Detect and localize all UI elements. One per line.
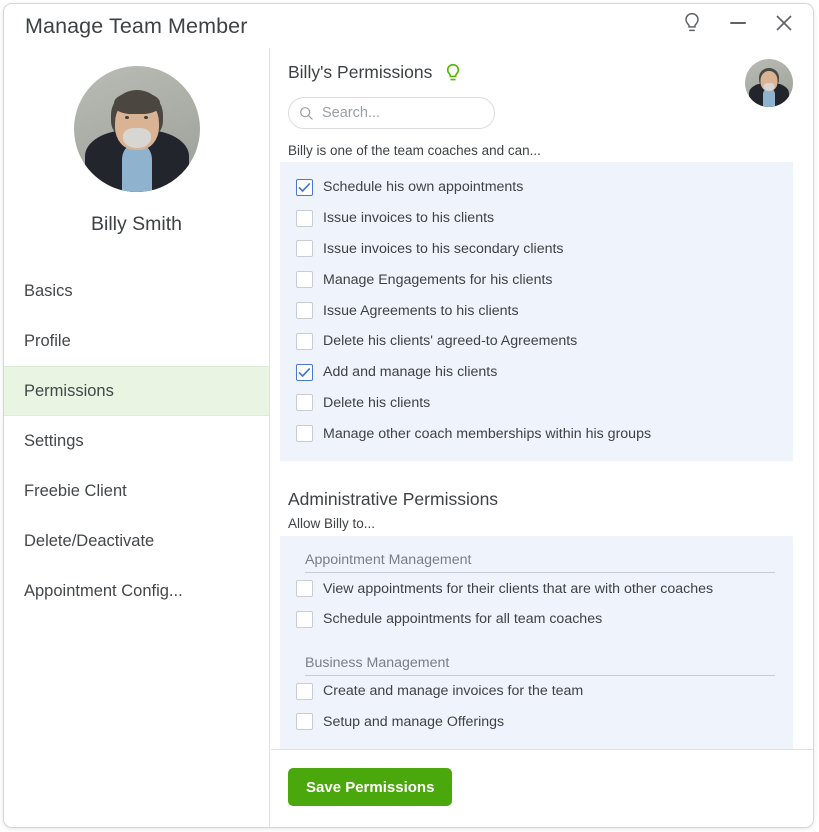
permission-label: Schedule appointments for all team coach… xyxy=(323,611,603,628)
administrative-permissions-panel: Appointment Management View appointments… xyxy=(280,536,793,750)
checkbox-issue-agreements-to-his-clients[interactable] xyxy=(296,302,313,320)
administrative-permissions-subtitle: Allow Billy to... xyxy=(288,516,376,532)
sidebar-item-permissions[interactable]: Permissions xyxy=(4,366,269,416)
permission-label: Delete his clients' agreed-to Agreements xyxy=(323,333,578,350)
permission-label: Setup and manage Offerings xyxy=(323,713,505,730)
permission-row[interactable]: Create and manage invoices for the team xyxy=(280,676,793,707)
checkbox-issue-invoices-to-his-clients[interactable] xyxy=(296,209,313,227)
checkbox-add-and-manage-his-clients[interactable] xyxy=(296,363,313,381)
permission-row[interactable]: Issue invoices to his clients xyxy=(280,203,793,234)
permission-label: Delete his clients xyxy=(323,394,431,411)
permission-label: Manage Engagements for his clients xyxy=(323,271,553,288)
search-input[interactable] xyxy=(322,105,482,121)
permissions-title-row: Billy's Permissions xyxy=(288,62,813,83)
manage-team-member-window: Manage Team Member Billy Smith Basics Pr… xyxy=(3,3,814,828)
sidebar-item-label: Basics xyxy=(24,281,73,300)
member-sidebar: Billy Smith Basics Profile Permissions S… xyxy=(4,48,270,827)
checkbox-delete-his-clients-agreed-to-agreements[interactable] xyxy=(296,332,313,350)
checkbox-issue-invoices-to-his-secondary-clients[interactable] xyxy=(296,240,313,258)
permission-row[interactable]: View appointments for their clients that… xyxy=(280,573,793,604)
permissions-title: Billy's Permissions xyxy=(288,62,433,82)
permission-row[interactable]: Issue Agreements to his clients xyxy=(280,295,793,326)
member-avatar xyxy=(73,66,200,192)
page-title: Manage Team Member xyxy=(25,13,248,38)
group-title-business-management: Business Management xyxy=(305,655,775,676)
save-permissions-button[interactable]: Save Permissions xyxy=(288,768,453,806)
permission-row[interactable]: Manage Engagements for his clients xyxy=(280,264,793,295)
permission-row[interactable]: Schedule appointments for all team coach… xyxy=(280,604,793,635)
checkbox-delete-his-clients[interactable] xyxy=(296,394,313,412)
checkbox-setup-and-manage-offerings[interactable] xyxy=(296,713,313,731)
sidebar-nav: Basics Profile Permissions Settings Free… xyxy=(4,266,269,616)
minimize-button[interactable] xyxy=(725,9,751,37)
sidebar-item-settings[interactable]: Settings xyxy=(4,416,269,466)
permission-label: Issue invoices to his secondary clients xyxy=(323,240,564,257)
checkmark-icon xyxy=(298,182,311,193)
permission-row[interactable]: Schedule his own appointments xyxy=(280,172,793,203)
sidebar-item-label: Permissions xyxy=(24,381,114,400)
window-titlebar: Manage Team Member xyxy=(4,4,813,48)
permission-row[interactable]: Manage other coach memberships within hi… xyxy=(280,418,793,449)
window-controls xyxy=(679,9,797,37)
permission-row[interactable]: Setup and manage Offerings xyxy=(280,707,793,738)
sidebar-item-delete-deactivate[interactable]: Delete/Deactivate xyxy=(4,516,269,566)
permission-label: Issue invoices to his clients xyxy=(323,210,495,227)
checkbox-manage-other-coach-memberships[interactable] xyxy=(296,425,313,443)
permission-label: Add and manage his clients xyxy=(323,364,498,381)
sidebar-item-freebie-client[interactable]: Freebie Client xyxy=(4,466,269,516)
search-icon xyxy=(300,106,313,120)
permission-label: Schedule his own appointments xyxy=(323,179,524,196)
permission-row[interactable]: Issue invoices to his secondary clients xyxy=(280,234,793,265)
administrative-permissions-title: Administrative Permissions xyxy=(288,489,499,510)
sidebar-item-label: Settings xyxy=(24,431,84,450)
close-button[interactable] xyxy=(771,9,797,37)
sidebar-item-label: Appointment Config... xyxy=(24,581,183,600)
permission-row[interactable]: Delete his clients xyxy=(280,388,793,419)
permission-label: Create and manage invoices for the team xyxy=(323,683,584,700)
permission-label: Manage other coach memberships within hi… xyxy=(323,425,652,442)
sidebar-item-profile[interactable]: Profile xyxy=(4,316,269,366)
sidebar-item-appointment-config[interactable]: Appointment Config... xyxy=(4,566,269,616)
permission-label: View appointments for their clients that… xyxy=(323,580,714,597)
coach-permissions-panel: Schedule his own appointments Issue invo… xyxy=(280,162,793,462)
sidebar-item-basics[interactable]: Basics xyxy=(4,266,269,316)
hint-bulb-icon[interactable] xyxy=(679,9,705,37)
permissions-footer: Save Permissions xyxy=(271,749,813,827)
search-input-wrapper[interactable] xyxy=(288,97,495,129)
checkbox-manage-engagements-for-his-clients[interactable] xyxy=(296,271,313,289)
sidebar-item-label: Profile xyxy=(24,331,71,350)
minimize-icon xyxy=(730,22,746,24)
checkbox-create-and-manage-invoices-for-the-team[interactable] xyxy=(296,682,313,700)
header-avatar[interactable] xyxy=(745,59,793,107)
sidebar-item-label: Delete/Deactivate xyxy=(24,531,155,550)
permissions-scroll-area[interactable]: Billy's Permissions Search... Billy is o… xyxy=(271,48,813,750)
checkbox-schedule-appointments-all-team-coaches[interactable] xyxy=(296,610,313,628)
permissions-header: Billy's Permissions xyxy=(271,48,813,129)
sidebar-item-label: Freebie Client xyxy=(24,481,127,500)
coach-permissions-intro: Billy is one of the team coaches and can… xyxy=(288,143,541,158)
checkbox-view-appointments-other-coaches[interactable] xyxy=(296,580,313,598)
permissions-panel: Billy's Permissions Search... Billy is o… xyxy=(271,48,813,827)
lightbulb-icon[interactable] xyxy=(445,63,461,83)
member-name: Billy Smith xyxy=(90,213,183,235)
group-title-appointment-management: Appointment Management xyxy=(305,552,775,574)
checkbox-schedule-his-own-appointments[interactable] xyxy=(296,178,313,196)
permission-row[interactable]: Add and manage his clients xyxy=(280,357,793,388)
checkmark-icon xyxy=(298,367,311,377)
permission-label: Issue Agreements to his clients xyxy=(323,302,519,319)
permission-row[interactable]: Delete his clients' agreed-to Agreements xyxy=(280,326,793,357)
close-icon xyxy=(776,15,792,31)
